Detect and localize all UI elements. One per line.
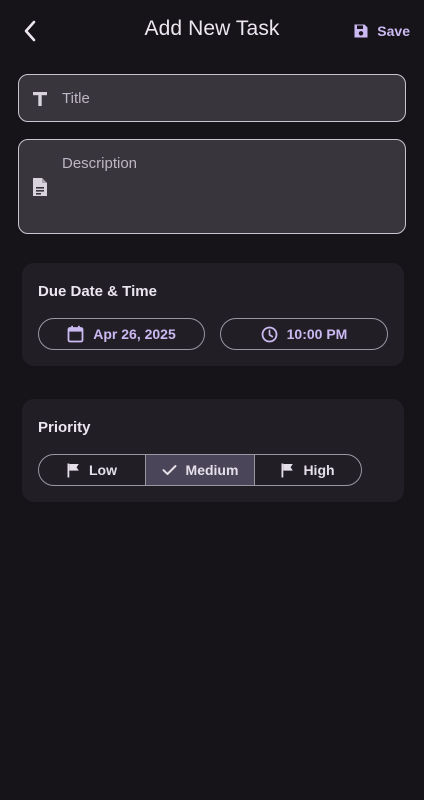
title-placeholder: Title — [62, 90, 90, 107]
save-label: Save — [377, 23, 410, 39]
priority-option-low[interactable]: Low — [39, 455, 146, 485]
flag-icon — [67, 463, 80, 478]
flag-icon — [281, 463, 294, 478]
date-picker-button[interactable]: Apr 26, 2025 — [38, 318, 205, 350]
priority-label-low: Low — [89, 462, 117, 478]
priority-segmented-control: Low Medium High — [38, 454, 362, 486]
clock-icon — [261, 326, 278, 343]
due-time-value: 10:00 PM — [286, 326, 348, 342]
app-bar: Add New Task Save — [0, 0, 424, 62]
priority-option-medium[interactable]: Medium — [146, 455, 255, 485]
time-picker-button[interactable]: 10:00 PM — [220, 318, 388, 350]
check-icon — [162, 464, 177, 476]
priority-label-medium: Medium — [185, 462, 239, 478]
priority-heading: Priority — [38, 419, 91, 436]
priority-option-high[interactable]: High — [255, 455, 361, 485]
due-date-time-heading: Due Date & Time — [38, 283, 157, 300]
description-placeholder: Description — [62, 155, 138, 172]
save-button[interactable]: Save — [353, 20, 410, 42]
title-input[interactable]: Title — [18, 74, 406, 122]
description-input[interactable]: Description — [18, 139, 406, 234]
text-format-icon — [29, 88, 51, 110]
document-icon — [29, 176, 51, 198]
calendar-icon — [67, 325, 84, 343]
add-task-screen: Add New Task Save Title Description Due … — [0, 0, 424, 800]
priority-label-high: High — [303, 462, 335, 478]
priority-card: Priority Low Medium High — [22, 399, 404, 502]
due-date-time-card: Due Date & Time Apr 26, 2025 10:00 PM — [22, 263, 404, 366]
due-date-value: Apr 26, 2025 — [93, 326, 176, 342]
save-icon — [353, 23, 369, 39]
